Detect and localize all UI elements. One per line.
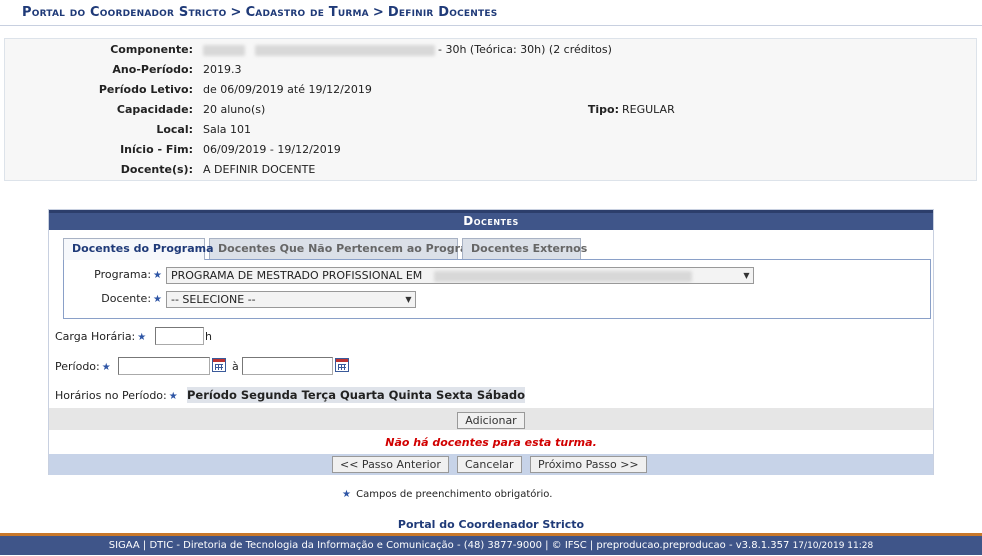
carga-field-label: Carga Horária: ★: [55, 330, 148, 343]
horarios-col-terca: Terça: [301, 388, 336, 402]
cancel-button[interactable]: Cancelar: [457, 456, 522, 473]
chevron-down-icon: ▼: [743, 271, 750, 280]
periodo-letivo-value: de 06/09/2019 até 19/12/2019: [203, 83, 372, 96]
inicio-fim-label: Início - Fim:: [120, 143, 193, 156]
tipo-label: Tipo:: [587, 103, 619, 116]
carga-unit: h: [205, 330, 212, 343]
redacted-code: [203, 44, 245, 56]
docentes-panel: Docentes Docentes do Programa Docentes Q…: [48, 209, 934, 475]
periodo-sep: à: [232, 360, 239, 373]
periodo-inicio-input[interactable]: [118, 357, 210, 375]
horarios-field-label: Horários no Período: ★: [55, 389, 180, 402]
row-inicio-fim: Início - Fim: 06/09/2019 - 19/12/2019: [5, 142, 976, 158]
tab-docentes-nao-pertencem[interactable]: Docentes Que Não Pertencem ao Programa: [209, 238, 486, 259]
docente-value: -- SELECIONE --: [171, 293, 256, 306]
docentes-label: Docente(s):: [120, 163, 193, 176]
breadcrumb-item-cadastro[interactable]: Cadastro de Turma: [246, 5, 369, 20]
footer: SIGAA | DTIC - Diretoria de Tecnologia d…: [0, 533, 982, 555]
star-icon: ★: [153, 294, 162, 305]
ano-periodo-label: Ano-Período:: [112, 63, 193, 76]
star-icon: ★: [101, 362, 111, 373]
capacidade-value: 20 aluno(s): [203, 103, 266, 116]
horarios-col-quinta: Quinta: [388, 388, 433, 402]
periodo-field-label: Período: ★: [55, 360, 113, 373]
docente-label: Docente:: [101, 292, 152, 305]
redacted-name: [254, 44, 435, 56]
row-docentes: Docente(s): A DEFINIR DOCENTE: [5, 162, 976, 178]
local-label: Local:: [156, 123, 193, 136]
panel-title: Docentes: [49, 210, 933, 230]
row-capacidade: Capacidade: 20 aluno(s) Tipo: REGULAR: [5, 102, 976, 118]
componente-suffix: - 30h (Teórica: 30h) (2 créditos): [438, 43, 612, 56]
redacted-programa: [433, 270, 692, 282]
footer-text: SIGAA | DTIC - Diretoria de Tecnologia d…: [108, 540, 790, 551]
ano-periodo-value: 2019.3: [203, 63, 242, 76]
tab-docentes-externos[interactable]: Docentes Externos: [462, 238, 587, 259]
horarios-col-sabado: Sábado: [476, 388, 525, 402]
row-periodo-letivo: Período Letivo: de 06/09/2019 até 19/12/…: [5, 82, 976, 98]
star-icon: ★: [342, 489, 351, 500]
periodo-fim-input[interactable]: [242, 357, 333, 375]
docente-select[interactable]: -- SELECIONE -- ▼: [166, 291, 416, 308]
breadcrumb-separator: >: [230, 5, 242, 20]
programa-field-label: Programa: ★: [94, 268, 164, 281]
required-note: ★ Campos de preenchimento obrigatório.: [340, 489, 552, 500]
breadcrumb-item-portal[interactable]: Portal do Coordenador Stricto: [22, 5, 226, 20]
adicionar-button[interactable]: Adicionar: [457, 412, 525, 429]
programa-value: PROGRAMA DE MESTRADO PROFISSIONAL EM: [171, 269, 423, 282]
carga-label: Carga Horária:: [55, 330, 136, 343]
next-step-button[interactable]: Próximo Passo >>: [530, 456, 647, 473]
local-value: Sala 101: [203, 123, 252, 136]
star-icon: ★: [153, 270, 162, 281]
programa-select[interactable]: PROGRAMA DE MESTRADO PROFISSIONAL EM ▼: [166, 267, 754, 284]
row-ano-periodo: Ano-Período: 2019.3: [5, 62, 976, 78]
horarios-col-quarta: Quarta: [339, 388, 385, 402]
row-local: Local: Sala 101: [5, 122, 976, 138]
periodo-label: Período:: [55, 360, 100, 373]
chevron-down-icon: ▼: [405, 295, 412, 304]
tab-docentes-programa[interactable]: Docentes do Programa: [63, 238, 214, 260]
breadcrumb-separator: >: [372, 5, 384, 20]
horarios-table-header: Período Segunda Terça Quarta Quinta Sext…: [187, 387, 525, 403]
portal-link[interactable]: Portal do Coordenador Stricto: [0, 518, 982, 531]
star-icon: ★: [168, 391, 178, 402]
star-icon: ★: [137, 332, 147, 343]
prev-step-button[interactable]: << Passo Anterior: [332, 456, 449, 473]
componente-label: Componente:: [110, 43, 193, 56]
empty-message: Não há docentes para esta turma.: [385, 436, 597, 449]
breadcrumb-item-definir: Definir Docentes: [387, 5, 498, 20]
horarios-col-sexta: Sexta: [436, 388, 473, 402]
inicio-fim-value: 06/09/2019 - 19/12/2019: [203, 143, 341, 156]
horarios-label: Horários no Período:: [55, 389, 167, 402]
calendar-icon[interactable]: [335, 358, 349, 372]
docentes-value: A DEFINIR DOCENTE: [203, 163, 316, 176]
capacidade-label: Capacidade:: [116, 103, 193, 116]
breadcrumb: Portal do Coordenador Stricto > Cadastro d…: [0, 0, 982, 26]
docente-field-label: Docente: ★: [101, 292, 164, 305]
componente-value: - 30h (Teórica: 30h) (2 créditos): [203, 42, 612, 58]
carga-horaria-input[interactable]: [155, 327, 204, 345]
calendar-icon[interactable]: [212, 358, 226, 372]
horarios-col-periodo: Período: [187, 388, 237, 402]
footer-timestamp: 17/10/2019 11:28: [792, 541, 874, 551]
programa-label: Programa:: [94, 268, 152, 281]
required-note-text: Campos de preenchimento obrigatório.: [356, 489, 553, 500]
row-componente: Componente: - 30h (Teórica: 30h) (2 créd…: [5, 42, 976, 58]
tab-content: Programa: ★ PROGRAMA DE MESTRADO PROFISSI…: [63, 259, 931, 319]
periodo-letivo-label: Período Letivo:: [98, 83, 193, 96]
tipo-value: REGULAR: [622, 103, 675, 116]
class-info-box: Componente: - 30h (Teórica: 30h) (2 créd…: [4, 38, 977, 181]
horarios-col-segunda: Segunda: [240, 388, 298, 402]
